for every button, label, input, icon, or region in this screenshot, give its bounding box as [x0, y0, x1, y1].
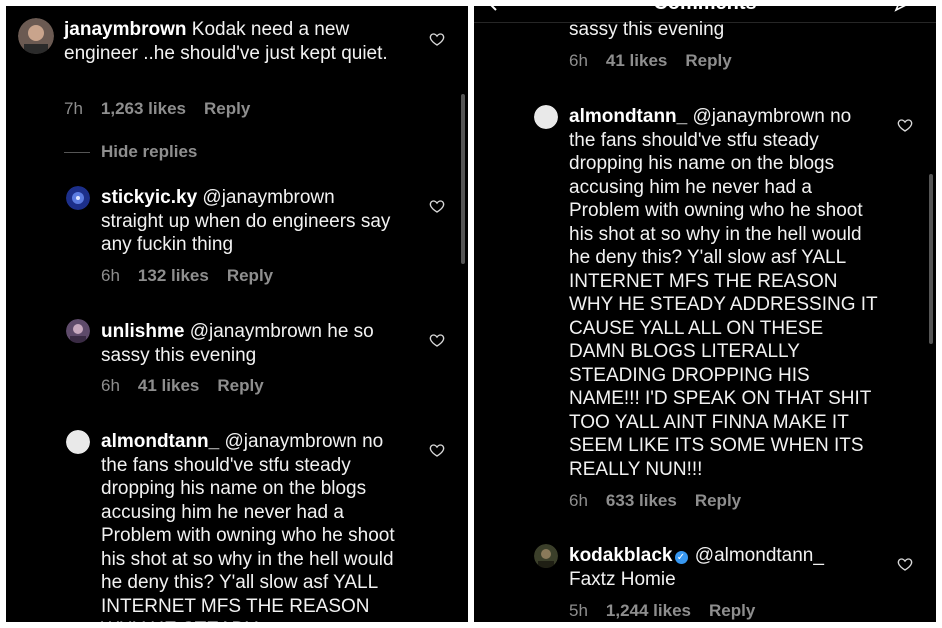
- comment-meta: 6h 41 likes Reply: [101, 376, 282, 396]
- comment-text-partial: sassy this evening: [569, 19, 725, 40]
- scrollbar[interactable]: [929, 174, 933, 344]
- comment-likes[interactable]: 132 likes: [138, 266, 209, 285]
- comment-likes[interactable]: 41 likes: [138, 376, 199, 395]
- comment-likes[interactable]: 633 likes: [606, 491, 677, 510]
- avatar-almondtann[interactable]: [66, 430, 90, 454]
- comment-time: 6h: [569, 51, 588, 70]
- avatar-stickyic-ky[interactable]: [66, 186, 90, 210]
- right-screenshot-panel: Comments sassy this evening 6h 41 likes Re…: [474, 6, 936, 622]
- comment-text: unlishme @janaymbrown he so sassy this e…: [101, 321, 374, 366]
- comment-text: almondtann_ @janaymbrown no the fans sho…: [569, 106, 878, 480]
- comment-time: 6h: [101, 376, 120, 395]
- hide-replies-button[interactable]: Hide replies: [101, 142, 197, 162]
- comment-username[interactable]: unlishme: [101, 321, 184, 342]
- comment-meta: 7h 1,263 likes Reply: [64, 99, 268, 119]
- comment-username[interactable]: almondtann_: [569, 106, 687, 127]
- left-screenshot-panel: janaymbrown Kodak need a new engineer ..…: [6, 6, 468, 622]
- scrollbar[interactable]: [461, 94, 465, 264]
- comment-time: 7h: [64, 99, 83, 118]
- reply-button[interactable]: Reply: [204, 99, 250, 118]
- heart-icon[interactable]: [429, 442, 445, 458]
- comment-meta: 6h 41 likes Reply: [569, 51, 750, 71]
- comment-time: 5h: [569, 601, 588, 620]
- heart-icon[interactable]: [897, 556, 913, 572]
- reply-button[interactable]: Reply: [227, 266, 273, 285]
- comment-meta: 6h 633 likes Reply: [569, 491, 759, 511]
- reply-button[interactable]: Reply: [695, 491, 741, 510]
- heart-icon[interactable]: [429, 332, 445, 348]
- reply-button[interactable]: Reply: [709, 601, 755, 620]
- comment-username[interactable]: kodakblack: [569, 545, 673, 566]
- avatar-almondtann[interactable]: [534, 105, 558, 129]
- comment-likes[interactable]: 1,244 likes: [606, 601, 691, 620]
- heart-icon[interactable]: [429, 198, 445, 214]
- send-icon[interactable]: [894, 6, 912, 12]
- reply-button[interactable]: Reply: [685, 51, 731, 70]
- comment-text: janaymbrown Kodak need a new engineer ..…: [64, 19, 388, 64]
- avatar-unlishme[interactable]: [66, 319, 90, 343]
- header-title: Comments: [474, 6, 936, 15]
- replies-divider: [64, 152, 90, 153]
- comment-time: 6h: [101, 266, 120, 285]
- comment-text: almondtann_ @janaymbrown no the fans sho…: [101, 431, 395, 622]
- comment-time: 6h: [569, 491, 588, 510]
- comment-username[interactable]: almondtann_: [101, 431, 219, 452]
- comment-text: stickyic.ky @janaymbrown straight up whe…: [101, 187, 391, 255]
- comment-text: kodakblack ✓ @almondtann_ Faxtz Homie: [569, 545, 824, 590]
- comment-meta: 5h 1,244 likes Reply: [569, 601, 773, 621]
- heart-icon[interactable]: [429, 31, 445, 47]
- avatar-janaymbrown[interactable]: [18, 18, 54, 54]
- heart-icon[interactable]: [897, 117, 913, 133]
- avatar-kodakblack[interactable]: [534, 544, 558, 568]
- comment-username[interactable]: stickyic.ky: [101, 187, 197, 208]
- reply-button[interactable]: Reply: [217, 376, 263, 395]
- verified-badge-icon: ✓: [674, 551, 688, 564]
- comment-username[interactable]: janaymbrown: [64, 19, 186, 40]
- comment-likes[interactable]: 1,263 likes: [101, 99, 186, 118]
- comment-meta: 6h 132 likes Reply: [101, 266, 291, 286]
- comment-likes[interactable]: 41 likes: [606, 51, 667, 70]
